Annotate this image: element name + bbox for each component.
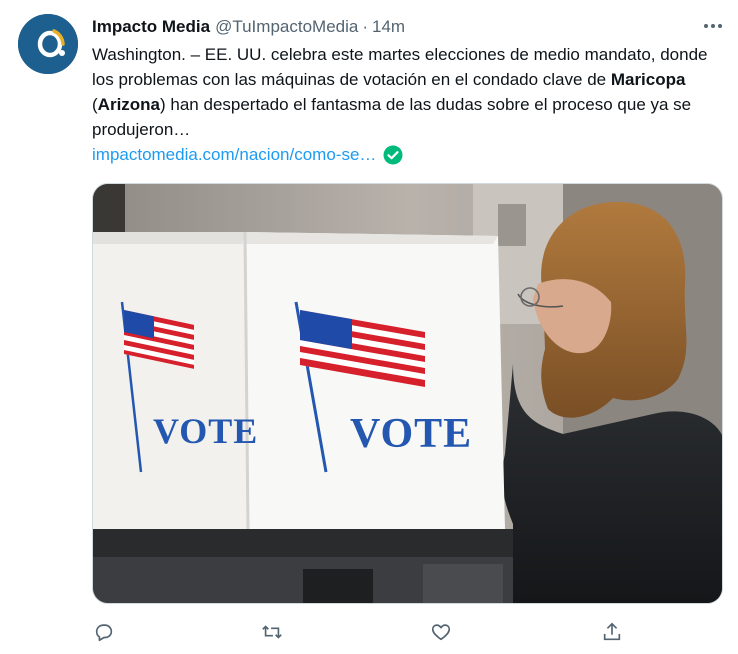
- timestamp[interactable]: 14m: [372, 17, 405, 37]
- booth-vote-label-left: VOTE: [153, 411, 259, 451]
- voting-booth-photo: [93, 184, 722, 603]
- tweet-link[interactable]: impactomedia.com/nacion/como-se…: [92, 142, 403, 167]
- reply-icon: [95, 624, 113, 642]
- verified-check-icon: [383, 145, 403, 165]
- account-handle[interactable]: @TuImpactoMedia: [215, 17, 358, 37]
- tweet-photo[interactable]: VOTE VOTE: [92, 183, 723, 604]
- impacto-logo-icon: [18, 14, 78, 74]
- tweet-text-bold: Arizona: [97, 95, 161, 114]
- tweet-card[interactable]: Impacto Media @TuImpactoMedia · 14m Wash…: [0, 0, 738, 654]
- share-icon: [603, 622, 621, 641]
- more-options-button[interactable]: [698, 13, 728, 39]
- booth-vote-label-right: VOTE: [350, 411, 473, 457]
- tweet-text: Washington. – EE. UU. celebra este marte…: [92, 42, 722, 142]
- like-icon: [431, 624, 451, 641]
- separator-dot: ·: [362, 17, 369, 36]
- retweet-icon: [262, 625, 282, 639]
- account-name[interactable]: Impacto Media: [92, 17, 210, 37]
- reply-button[interactable]: [88, 616, 120, 648]
- tweet-actions: [0, 616, 738, 648]
- avatar[interactable]: [18, 14, 78, 74]
- more-icon: [704, 24, 722, 28]
- share-button[interactable]: [596, 616, 628, 648]
- link-text[interactable]: impactomedia.com/nacion/como-se…: [92, 142, 376, 167]
- like-button[interactable]: [425, 616, 457, 648]
- retweet-button[interactable]: [256, 616, 288, 648]
- tweet-text-part: ) han despertado el fantasma de las duda…: [92, 95, 692, 139]
- tweet-header: Impacto Media @TuImpactoMedia · 14m: [92, 15, 728, 39]
- tweet-text-bold: Maricopa: [610, 70, 686, 89]
